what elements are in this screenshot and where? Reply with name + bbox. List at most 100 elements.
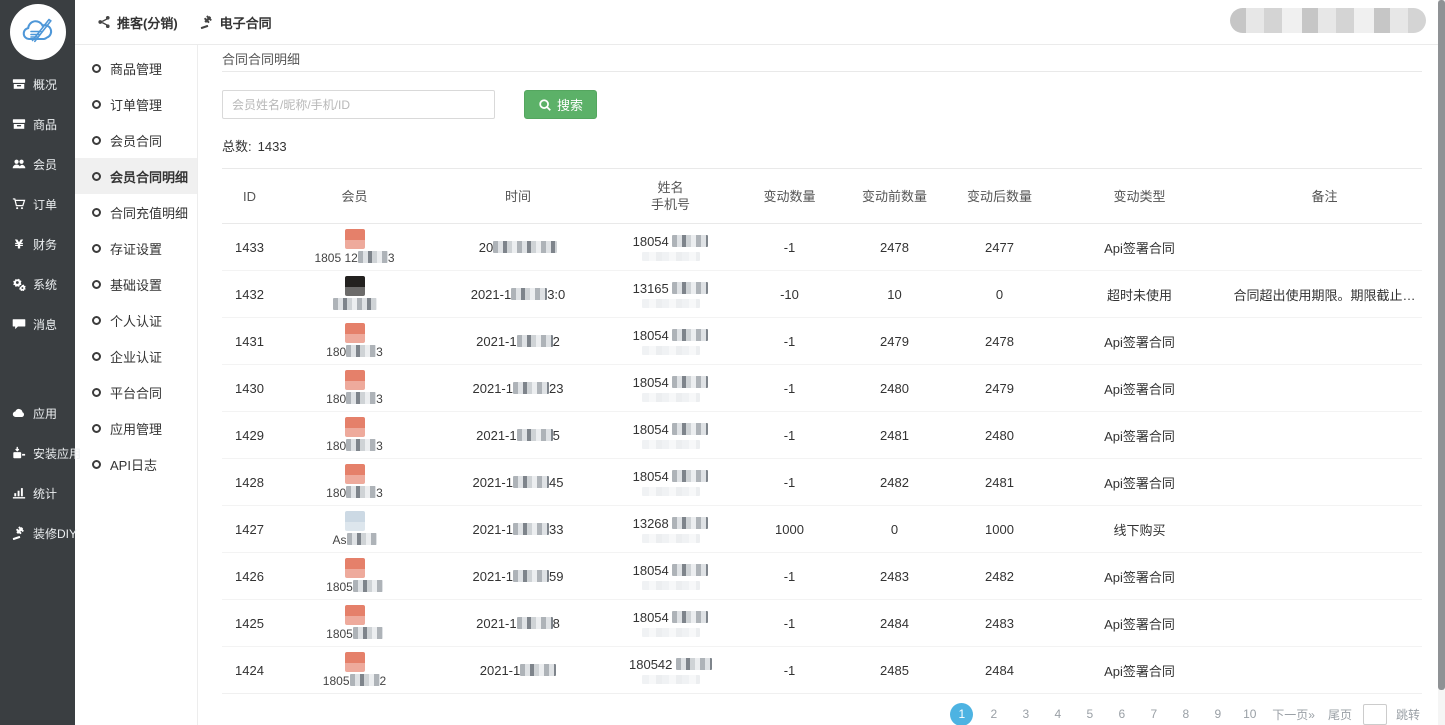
sidebar-item-label: 概况 — [33, 76, 57, 93]
search-button[interactable]: 搜索 — [524, 90, 597, 119]
cell-name-phone: 180542 — [604, 647, 737, 694]
submenu-item-personal-auth[interactable]: 个人认证 — [75, 302, 197, 338]
column-header: 变动类型 — [1052, 169, 1227, 224]
submenu-item-member-contract-detail[interactable]: 会员合同明细 — [75, 158, 197, 194]
submenu-item-contract-recharge-detail[interactable]: 合同充值明细 — [75, 194, 197, 230]
member-name-redacted: 1805 123 — [281, 251, 428, 265]
redacted-pixelation — [672, 423, 708, 435]
submenu-item-enterprise-auth[interactable]: 企业认证 — [75, 338, 197, 374]
page-1[interactable]: 1 — [950, 703, 973, 725]
cell-time: 2021-133 — [432, 506, 604, 553]
cell-note — [1227, 506, 1422, 553]
user-info-redacted[interactable] — [1230, 8, 1426, 33]
cell-name-phone: 18054 — [604, 459, 737, 506]
submenu-item-app-manage[interactable]: 应用管理 — [75, 410, 197, 446]
phone-redacted: 18054 — [608, 234, 733, 249]
sidebar-item-stats[interactable]: 统计 — [0, 473, 75, 513]
share-icon — [97, 15, 111, 29]
sidebar-item-decorate-diy[interactable]: 装修DIY — [0, 513, 75, 553]
member-name-redacted: 1805 — [281, 627, 428, 641]
page-7[interactable]: 7 — [1142, 703, 1165, 725]
cell-note — [1227, 600, 1422, 647]
cell-id: 1427 — [222, 506, 277, 553]
overview-icon — [11, 77, 27, 92]
submenu-item-platform-contract[interactable]: 平台合同 — [75, 374, 197, 410]
cell-change: -1 — [737, 318, 842, 365]
cell-type: Api签署合同 — [1052, 412, 1227, 459]
goods-icon — [11, 117, 27, 132]
submenu-item-member-contract[interactable]: 会员合同 — [75, 122, 197, 158]
cell-before: 2485 — [842, 647, 947, 694]
sidebar-item-overview[interactable]: 概况 — [0, 64, 75, 104]
page-10[interactable]: 10 — [1238, 703, 1261, 725]
redacted-pixelation — [517, 335, 553, 347]
next-page-button[interactable]: 下一页» — [1270, 706, 1317, 723]
page-5[interactable]: 5 — [1078, 703, 1101, 725]
gears-icon — [11, 277, 27, 292]
gavel-icon — [200, 15, 214, 29]
column-header: 变动前数量 — [842, 169, 947, 224]
sidebar-item-messages[interactable]: 消息 — [0, 304, 75, 344]
install-icon — [11, 446, 27, 461]
page-9[interactable]: 9 — [1206, 703, 1229, 725]
redacted-pixelation — [672, 611, 708, 623]
redacted-pixelation — [672, 235, 708, 247]
page-4[interactable]: 4 — [1046, 703, 1069, 725]
table-row: 142818032021-14518054 -124822481Api签署合同 — [222, 459, 1422, 506]
cell-note — [1227, 365, 1422, 412]
member-name-redacted — [281, 298, 428, 312]
jump-page-input[interactable] — [1363, 704, 1387, 725]
sidebar-item-label: 商品 — [33, 116, 57, 133]
member-name-redacted: As — [281, 533, 428, 547]
submenu-item-goods-manage[interactable]: 商品管理 — [75, 50, 197, 86]
page-2[interactable]: 2 — [982, 703, 1005, 725]
phone-redacted: 180542 — [608, 657, 733, 672]
jump-button[interactable]: 跳转 — [1396, 706, 1420, 723]
sidebar-item-system[interactable]: 系统 — [0, 264, 75, 304]
radio-circle-icon — [92, 388, 101, 397]
cell-change: -1 — [737, 412, 842, 459]
phone-redacted: 18054 — [608, 610, 733, 625]
redacted-pixelation — [642, 440, 700, 449]
page-8[interactable]: 8 — [1174, 703, 1197, 725]
sidebar-item-apps[interactable]: 应用 — [0, 393, 75, 433]
sidebar-item-label: 安装应用 — [33, 445, 81, 462]
page-title: 合同合同明细 — [222, 49, 300, 68]
sidebar-item-finance[interactable]: ¥财务 — [0, 224, 75, 264]
search-input[interactable] — [222, 90, 495, 119]
sidebar-item-install-apps[interactable]: 安装应用 — [0, 433, 75, 473]
radio-circle-icon — [92, 136, 101, 145]
logo-cloud-pen-icon — [10, 4, 66, 60]
submenu-item-label: 企业认证 — [110, 347, 162, 366]
sidebar-item-label: 消息 — [33, 316, 57, 333]
submenu-item-basic-settings[interactable]: 基础设置 — [75, 266, 197, 302]
cell-before: 2484 — [842, 600, 947, 647]
cell-note: 合同超出使用期限。期限截止… — [1227, 271, 1422, 318]
tab-tuike[interactable]: 推客(分销) — [97, 13, 178, 32]
last-page-button[interactable]: 尾页 — [1326, 706, 1354, 723]
primary-sidebar: 概况商品会员订单¥财务系统消息应用安装应用统计装修DIY — [0, 0, 75, 725]
sidebar-item-orders[interactable]: 订单 — [0, 184, 75, 224]
table-row: 1424180522021-1180542 -124852484Api签署合同 — [222, 647, 1422, 694]
page-6[interactable]: 6 — [1110, 703, 1133, 725]
cell-note — [1227, 553, 1422, 600]
sidebar-item-goods[interactable]: 商品 — [0, 104, 75, 144]
sidebar-item-members[interactable]: 会员 — [0, 144, 75, 184]
cell-member — [277, 271, 432, 318]
member-avatar — [345, 558, 365, 578]
cell-change: -10 — [737, 271, 842, 318]
scrollbar-thumb[interactable] — [1438, 0, 1445, 690]
cell-member: 1803 — [277, 412, 432, 459]
submenu-item-order-manage[interactable]: 订单管理 — [75, 86, 197, 122]
cell-member: As — [277, 506, 432, 553]
submenu-item-evidence-settings[interactable]: 存证设置 — [75, 230, 197, 266]
page-3[interactable]: 3 — [1014, 703, 1037, 725]
logo[interactable] — [0, 0, 75, 64]
column-header: 会员 — [277, 169, 432, 224]
cell-after: 2482 — [947, 553, 1052, 600]
cell-after: 0 — [947, 271, 1052, 318]
submenu-item-api-log[interactable]: API日志 — [75, 446, 197, 482]
redacted-pixelation — [358, 251, 388, 263]
cell-change: -1 — [737, 647, 842, 694]
tab-econtract[interactable]: 电子合同 — [200, 13, 272, 32]
